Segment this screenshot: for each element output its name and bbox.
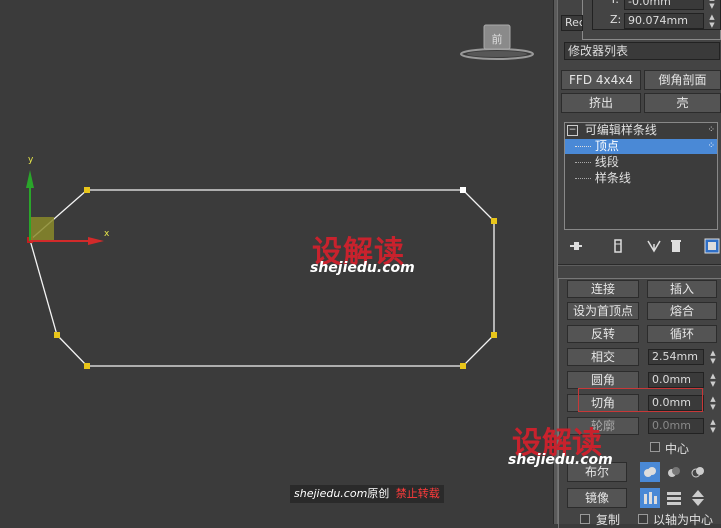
fillet-button[interactable]: 圆角 bbox=[567, 371, 639, 389]
viewport[interactable]: 前 y x 设解读 shejiedu.com shejiedu.com原创 禁止… bbox=[0, 0, 553, 524]
vertex[interactable] bbox=[54, 332, 60, 338]
credit-warning: 禁止转载 bbox=[395, 487, 440, 500]
dots-icon: ⁘ bbox=[707, 141, 715, 151]
viewcube-icon[interactable]: 前 bbox=[460, 24, 534, 60]
coord-z-spinner[interactable]: ▲ ▼ bbox=[707, 13, 717, 29]
fillet-spinner[interactable]: ▲ ▼ bbox=[708, 372, 718, 388]
coord-y-label: Y: bbox=[610, 0, 619, 6]
vertex[interactable] bbox=[491, 332, 497, 338]
axis-y-label: y bbox=[28, 155, 34, 165]
tree-line bbox=[575, 146, 591, 147]
remove-modifier-icon[interactable] bbox=[668, 238, 684, 254]
svg-text:前: 前 bbox=[492, 32, 503, 46]
stack-item-vertex[interactable]: 顶点 ⁘ bbox=[565, 139, 717, 154]
coord-z-field[interactable]: 90.074mm bbox=[624, 13, 704, 29]
vertex[interactable] bbox=[491, 218, 497, 224]
pin-stack-icon[interactable] bbox=[568, 238, 584, 254]
credit-original: 原创 bbox=[367, 487, 390, 500]
outline-field[interactable]: 0.0mm bbox=[648, 418, 704, 434]
chamfer-spinner[interactable]: ▲ ▼ bbox=[708, 395, 718, 411]
fillet-field[interactable]: 0.0mm bbox=[648, 372, 704, 388]
about-pivot-label: 以轴为中心 bbox=[653, 513, 714, 527]
object-name-field[interactable]: Rec bbox=[561, 15, 583, 31]
stack-item-spline[interactable]: 样条线 bbox=[565, 171, 717, 186]
subtract-icon[interactable] bbox=[664, 462, 684, 482]
intersect-icon[interactable] bbox=[688, 462, 708, 482]
configure-sets-icon[interactable] bbox=[704, 238, 720, 254]
dots-icon: ⁘ bbox=[707, 125, 715, 135]
chamfer-highlight-box bbox=[578, 388, 703, 412]
cross-insert-field[interactable]: 2.54mm bbox=[648, 349, 704, 365]
tree-line bbox=[575, 162, 591, 163]
separator bbox=[558, 264, 721, 266]
coord-y-spinner[interactable]: ▲▼ bbox=[707, 0, 717, 10]
viewport-canvas[interactable]: 前 y x bbox=[0, 0, 553, 524]
stack-root[interactable]: − 可编辑样条线 ⁘ bbox=[567, 123, 717, 138]
cross-insert-spinner[interactable]: ▲ ▼ bbox=[708, 349, 718, 365]
copy-checkbox[interactable] bbox=[580, 514, 590, 524]
collapse-icon[interactable]: − bbox=[567, 125, 578, 136]
union-icon[interactable] bbox=[640, 462, 660, 482]
stack-root-label: 可编辑样条线 bbox=[584, 123, 657, 137]
stack-item-spline-label: 样条线 bbox=[594, 171, 631, 185]
stack-toolbar bbox=[564, 237, 721, 255]
ffd-button[interactable]: FFD 4x4x4 bbox=[561, 70, 641, 90]
make-unique-icon[interactable] bbox=[646, 238, 662, 254]
connect-button[interactable]: 连接 bbox=[567, 280, 639, 298]
copy-label: 复制 bbox=[596, 513, 621, 527]
stack-item-segment-label: 线段 bbox=[594, 155, 619, 169]
coord-y-field[interactable]: -0.0mm bbox=[624, 0, 704, 10]
reverse-button[interactable]: 反转 bbox=[567, 325, 639, 343]
stack-item-segment[interactable]: 线段 bbox=[565, 155, 717, 170]
vertex[interactable] bbox=[84, 187, 90, 193]
stack-item-vertex-label: 顶点 bbox=[594, 139, 619, 153]
coord-z-label: Z: bbox=[610, 13, 622, 26]
modifier-list-dropdown[interactable]: 修改器列表 bbox=[564, 42, 720, 60]
transform-gizmo[interactable]: y x bbox=[26, 155, 110, 245]
vertex-selected[interactable] bbox=[460, 187, 466, 193]
panel-watermark-url: shejiedu.com bbox=[508, 452, 613, 468]
credit-site: shejiedu.com bbox=[294, 487, 368, 500]
fuse-button[interactable]: 熔合 bbox=[647, 302, 717, 320]
spline-vertices[interactable] bbox=[27, 187, 497, 369]
mirror-vertical-icon[interactable] bbox=[664, 488, 684, 508]
center-label: 中心 bbox=[665, 442, 690, 456]
outline-spinner[interactable]: ▲ ▼ bbox=[708, 418, 718, 434]
cross-insert-button[interactable]: 相交 bbox=[567, 348, 639, 366]
shell-button[interactable]: 壳 bbox=[644, 93, 721, 113]
bevel-profile-button[interactable]: 倒角剖面 bbox=[644, 70, 721, 90]
extrude-button[interactable]: 挤出 bbox=[561, 93, 641, 113]
mirror-both-icon[interactable] bbox=[688, 488, 708, 508]
mirror-horizontal-icon[interactable] bbox=[640, 488, 660, 508]
spline-shape[interactable] bbox=[29, 189, 495, 367]
credit-strip: shejiedu.com原创 禁止转载 bbox=[290, 485, 444, 503]
watermark-url: shejiedu.com bbox=[310, 260, 415, 276]
mirror-button[interactable]: 镜像 bbox=[567, 488, 627, 508]
command-panel: Y: -0.0mm ▲▼ Z: 90.074mm ▲▼ Rec 修改器列表 FF… bbox=[508, 0, 721, 528]
center-checkbox[interactable] bbox=[650, 442, 660, 452]
show-end-result-icon[interactable] bbox=[610, 238, 626, 254]
vertex[interactable] bbox=[460, 363, 466, 369]
axis-x-label: x bbox=[104, 229, 110, 239]
make-first-button[interactable]: 设为首顶点 bbox=[567, 302, 639, 320]
cycle-button[interactable]: 循环 bbox=[647, 325, 717, 343]
tree-line bbox=[575, 178, 591, 179]
insert-button[interactable]: 插入 bbox=[647, 280, 717, 298]
about-pivot-checkbox[interactable] bbox=[638, 514, 648, 524]
vertex[interactable] bbox=[84, 363, 90, 369]
modifier-stack[interactable]: − 可编辑样条线 ⁘ 顶点 ⁘ 线段 样条线 bbox=[564, 122, 718, 230]
